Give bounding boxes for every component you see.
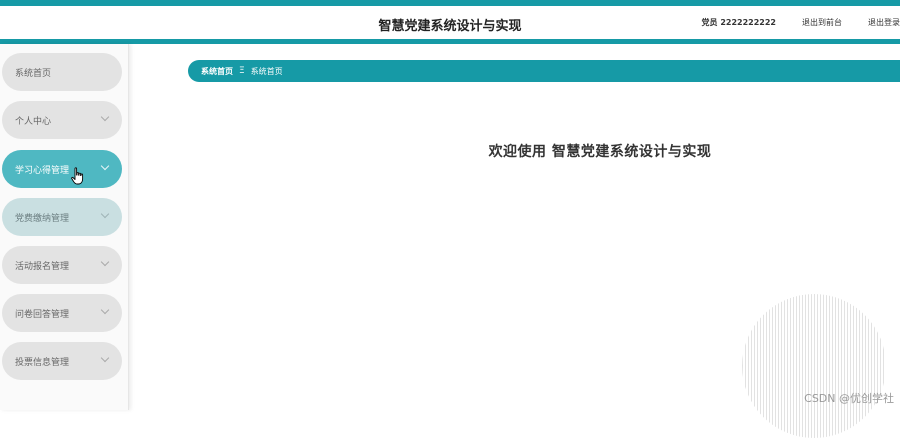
exit-to-frontend-link[interactable]: 退出到前台 [802,17,842,28]
chevron-down-icon [100,209,110,219]
watermark-text: CSDN @优创学社 [804,392,894,405]
sidebar-item-study-notes[interactable]: 学习心得管理 [2,150,122,188]
sidebar-item-party-fee[interactable]: 党费缴纳管理 [2,198,122,236]
sidebar-item-activity-registration[interactable]: 活动报名管理 [2,246,122,284]
user-info: 党员 2222222222 [701,18,776,27]
decorative-circle-pattern [742,294,886,438]
header-actions: 党员 2222222222 退出到前台 退出登录 [676,17,900,28]
breadcrumb: 系统首页 Ξ 系统首页 [188,60,900,82]
chevron-down-icon [100,161,110,171]
sidebar-item-label: 系统首页 [15,68,52,79]
logout-link[interactable]: 退出登录 [868,17,900,28]
sidebar-item-label: 学习心得管理 [15,165,70,176]
breadcrumb-separator-icon: Ξ [239,66,245,76]
sidebar-item-home[interactable]: 系统首页 [2,53,122,91]
sidebar-item-questionnaire[interactable]: 问卷回答管理 [2,294,122,332]
chevron-down-icon [100,353,110,363]
chevron-down-icon [100,257,110,267]
welcome-heading: 欢迎使用 智慧党建系统设计与实现 [488,144,712,160]
sidebar-item-label: 个人中心 [15,116,52,127]
sidebar-item-label: 党费缴纳管理 [15,213,70,224]
sidebar: 系统首页 个人中心 学习心得管理 党费缴纳管理 活动报名管理 问卷回答管理 投票… [0,44,129,410]
sidebar-item-label: 活动报名管理 [15,261,70,272]
breadcrumb-current: 系统首页 [250,66,283,76]
top-header-bar: 智慧党建系统设计与实现 党员 2222222222 退出到前台 退出登录 [0,0,900,44]
sidebar-item-label: 问卷回答管理 [15,309,70,320]
chevron-down-icon [100,305,110,315]
sidebar-item-personal-center[interactable]: 个人中心 [2,101,122,139]
chevron-down-icon [100,112,110,122]
hand-cursor-icon [71,167,84,185]
breadcrumb-home-link[interactable]: 系统首页 [201,66,233,77]
sidebar-item-voting[interactable]: 投票信息管理 [2,342,122,380]
sidebar-item-label: 投票信息管理 [15,357,70,368]
